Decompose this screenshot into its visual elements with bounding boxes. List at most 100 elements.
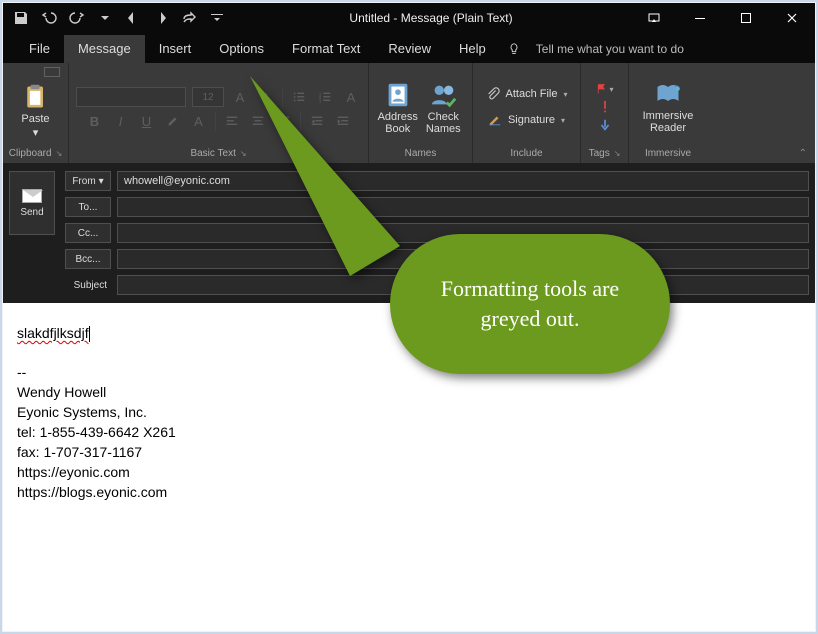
save-icon[interactable] — [7, 3, 35, 33]
sig-fax: fax: 1-707-317-1167 — [17, 444, 801, 460]
group-immersive: Immersive Reader Immersive — [629, 63, 707, 163]
font-color-icon[interactable]: A — [189, 111, 209, 131]
cc-button[interactable]: Cc... — [65, 223, 111, 243]
font-name-box[interactable] — [76, 87, 186, 107]
low-importance-icon[interactable] — [596, 118, 614, 132]
attach-file-button[interactable]: Attach File▾ — [486, 83, 568, 105]
undo-icon[interactable] — [35, 3, 63, 33]
high-importance-icon[interactable] — [596, 100, 614, 114]
group-basic-text: 12 A A 123 A B I U A — [69, 63, 369, 163]
to-button[interactable]: To... — [65, 197, 111, 217]
underline-icon[interactable]: U — [137, 111, 157, 131]
cc-input[interactable] — [117, 223, 809, 243]
tab-format-text[interactable]: Format Text — [278, 35, 374, 63]
address-book-label: Address Book — [378, 111, 418, 135]
bold-icon[interactable]: B — [85, 111, 105, 131]
send-label: Send — [20, 207, 43, 218]
titlebar: Untitled - Message (Plain Text) — [3, 3, 815, 33]
clear-formatting-icon[interactable]: A — [341, 87, 361, 107]
minimize-button[interactable] — [677, 3, 723, 33]
address-book-button[interactable]: Address Book — [377, 71, 419, 143]
launcher-icon[interactable]: ↘ — [614, 147, 621, 161]
subject-label: Subject — [65, 275, 111, 295]
group-clipboard-label: Clipboard — [9, 147, 52, 161]
bcc-button[interactable]: Bcc... — [65, 249, 111, 269]
font-size-box[interactable]: 12 — [192, 87, 224, 107]
subject-input[interactable] — [117, 275, 809, 295]
paste-label: Paste — [21, 113, 49, 125]
tab-message[interactable]: Message — [64, 35, 145, 63]
qat-custom-icon[interactable] — [203, 3, 231, 33]
redo-icon[interactable] — [63, 3, 91, 33]
check-names-button[interactable]: Check Names — [423, 71, 465, 143]
tab-help[interactable]: Help — [445, 35, 500, 63]
tell-me[interactable]: Tell me what you want to do — [528, 35, 692, 63]
ribbon-tabs: File Message Insert Options Format Text … — [3, 33, 815, 63]
outdent-icon[interactable] — [307, 111, 327, 131]
group-basic-text-label: Basic Text — [190, 147, 235, 161]
previous-icon[interactable] — [119, 3, 147, 33]
address-pane: Send From▾ whowell@eyonic.com To... Cc..… — [3, 163, 815, 303]
sig-company: Eyonic Systems, Inc. — [17, 404, 801, 420]
close-button[interactable] — [769, 3, 815, 33]
group-include-label: Include — [510, 147, 542, 161]
bulb-icon[interactable] — [500, 35, 528, 63]
window-controls — [631, 3, 815, 33]
from-button[interactable]: From▾ — [65, 171, 111, 191]
collapse-ribbon-icon[interactable]: ⌃ — [799, 148, 807, 159]
sig-url2: https://blogs.eyonic.com — [17, 484, 801, 500]
group-tags-label: Tags — [589, 147, 610, 161]
forward-icon[interactable] — [175, 3, 203, 33]
tab-insert[interactable]: Insert — [145, 35, 206, 63]
next-icon[interactable] — [147, 3, 175, 33]
ribbon: Paste ▾ Clipboard ↘ 12 A A 123 A — [3, 63, 815, 163]
signature-button[interactable]: Signature▾ — [488, 109, 565, 131]
paste-button[interactable]: Paste ▾ — [14, 75, 58, 147]
window-title: Untitled - Message (Plain Text) — [231, 11, 631, 25]
qat-icon[interactable] — [91, 3, 119, 33]
indent-icon[interactable] — [333, 111, 353, 131]
message-window: Untitled - Message (Plain Text) File Mes… — [3, 3, 815, 631]
typed-text: slakdfjlksdjf — [17, 325, 90, 341]
italic-icon[interactable]: I — [111, 111, 131, 131]
from-value: whowell@eyonic.com — [117, 171, 809, 191]
follow-up-icon[interactable]: ▾ — [596, 82, 614, 96]
sig-sep: -- — [17, 364, 801, 380]
quick-access-toolbar — [3, 3, 231, 33]
send-button[interactable]: Send — [9, 171, 55, 235]
group-tags: ▾ Tags ↘ — [581, 63, 629, 163]
maximize-button[interactable] — [723, 3, 769, 33]
align-center-icon[interactable] — [248, 111, 268, 131]
sig-url1: https://eyonic.com — [17, 464, 801, 480]
numbering-icon[interactable]: 123 — [315, 87, 335, 107]
group-include: Attach File▾ Signature▾ Include — [473, 63, 581, 163]
tab-options[interactable]: Options — [205, 35, 278, 63]
attach-file-label: Attach File — [506, 88, 558, 100]
shrink-font-icon[interactable]: A — [256, 87, 276, 107]
tab-file[interactable]: File — [15, 35, 64, 63]
sig-name: Wendy Howell — [17, 384, 801, 400]
align-right-icon[interactable] — [274, 111, 294, 131]
bcc-input[interactable] — [117, 249, 809, 269]
message-body[interactable]: slakdfjlksdjf -- Wendy Howell Eyonic Sys… — [3, 303, 815, 631]
immersive-reader-button[interactable]: Immersive Reader — [637, 71, 699, 143]
grow-font-icon[interactable]: A — [230, 87, 250, 107]
group-immersive-label: Immersive — [645, 147, 691, 161]
launcher-icon[interactable]: ↘ — [240, 147, 247, 161]
svg-text:3: 3 — [319, 98, 322, 103]
sig-tel: tel: 1-855-439-6642 X261 — [17, 424, 801, 440]
group-clipboard: Paste ▾ Clipboard ↘ — [3, 63, 69, 163]
highlight-icon[interactable] — [163, 111, 183, 131]
align-left-icon[interactable] — [222, 111, 242, 131]
check-names-label: Check Names — [426, 111, 461, 135]
group-names-label: Names — [405, 147, 437, 161]
signature-label: Signature — [508, 114, 555, 126]
to-input[interactable] — [117, 197, 809, 217]
group-names: Address Book Check Names Names — [369, 63, 473, 163]
launcher-icon[interactable]: ↘ — [56, 147, 63, 161]
format-painter-icon[interactable] — [44, 67, 60, 77]
bullets-icon[interactable] — [289, 87, 309, 107]
ribbon-display-icon[interactable] — [631, 3, 677, 33]
tab-review[interactable]: Review — [374, 35, 445, 63]
immersive-reader-label: Immersive Reader — [643, 110, 694, 134]
